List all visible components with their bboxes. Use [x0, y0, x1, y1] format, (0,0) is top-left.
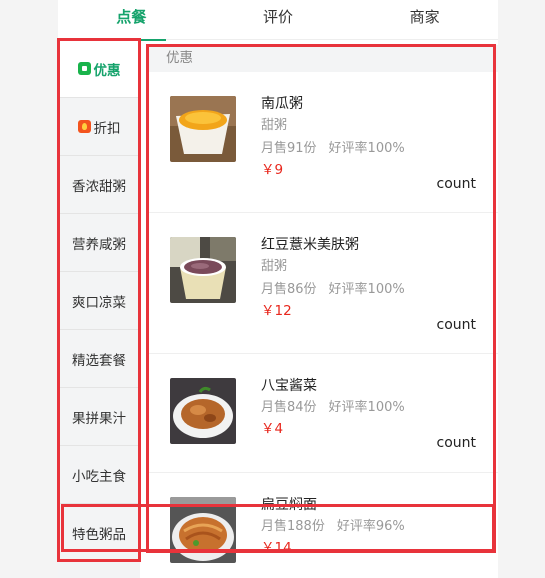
- food-rating: 好评率100%: [328, 141, 405, 156]
- food-sales: 月售188份: [261, 519, 325, 534]
- menu-item-fruit-juice[interactable]: 果拼果汁: [58, 388, 140, 446]
- food-info: 八宝酱菜 月售84份 好评率100% ￥4: [261, 376, 498, 439]
- food-rating: 好评率100%: [328, 282, 405, 297]
- category-menu: 优惠 折扣 香浓甜粥 营养咸粥 爽口凉菜 精选套餐 果拼果汁 小吃主食 特色粥品: [58, 40, 140, 578]
- tab-bar: 点餐 评价 商家: [58, 0, 498, 41]
- food-rating: 好评率96%: [336, 519, 405, 534]
- food-info: 扁豆焖面 月售188份 好评率96% ￥14: [261, 495, 498, 558]
- discount-icon: [77, 62, 91, 75]
- food-stats: 月售86份 好评率100%: [261, 278, 498, 301]
- food-info: 红豆薏米美肤粥 甜粥 月售86份 好评率100% ￥12: [261, 235, 498, 321]
- tab-seller[interactable]: 商家: [351, 0, 498, 39]
- menu-item-discount[interactable]: 优惠: [58, 40, 140, 98]
- count-control[interactable]: count: [437, 435, 477, 451]
- count-control[interactable]: count: [437, 176, 477, 192]
- food-stats: 月售91份 好评率100%: [261, 137, 498, 160]
- food-sales: 月售91份: [261, 141, 317, 156]
- food-info: 南瓜粥 甜粥 月售91份 好评率100% ￥9: [261, 94, 498, 180]
- food-image: [170, 378, 236, 444]
- food-name: 八宝酱菜: [261, 378, 317, 394]
- food-sales: 月售84份: [261, 400, 317, 415]
- section-header: 优惠: [148, 45, 498, 72]
- tab-order[interactable]: 点餐: [58, 0, 205, 39]
- page: 点餐 评价 商家 优惠 折扣 香浓甜粥 营养咸粥 爽口凉菜 精选套餐 果拼果汁 …: [0, 0, 545, 578]
- menu-item-cold-dishes[interactable]: 爽口凉菜: [58, 272, 140, 330]
- food-stats: 月售188份 好评率96%: [261, 515, 498, 538]
- food-sales: 月售86份: [261, 282, 317, 297]
- food-name: 南瓜粥: [261, 96, 303, 112]
- food-image: [170, 497, 236, 563]
- food-item[interactable]: 八宝酱菜 月售84份 好评率100% ￥4 count: [148, 354, 498, 473]
- app-container: 点餐 评价 商家 优惠 折扣 香浓甜粥 营养咸粥 爽口凉菜 精选套餐 果拼果汁 …: [58, 0, 498, 578]
- food-rating: 好评率100%: [328, 400, 405, 415]
- count-control[interactable]: count: [437, 317, 477, 333]
- food-stats: 月售84份 好评率100%: [261, 396, 498, 419]
- food-list: 优惠 南瓜粥 甜粥 月售91份 好评率100% ￥9 count 红豆薏米美肤粥…: [148, 45, 498, 578]
- food-price: ￥14: [261, 540, 292, 556]
- food-item[interactable]: 南瓜粥 甜粥 月售91份 好评率100% ￥9 count: [148, 72, 498, 213]
- food-desc: 甜粥: [261, 118, 288, 133]
- menu-item-special-porridge[interactable]: 特色粥品: [58, 504, 140, 562]
- menu-item-set-meals[interactable]: 精选套餐: [58, 330, 140, 388]
- food-image: [170, 237, 236, 303]
- menu-item-sweet-porridge[interactable]: 香浓甜粥: [58, 156, 140, 214]
- food-desc: 甜粥: [261, 259, 288, 274]
- food-name: 扁豆焖面: [261, 497, 317, 513]
- food-image: [170, 96, 236, 162]
- flame-icon: [77, 120, 91, 133]
- menu-item-label: 折扣: [93, 120, 121, 137]
- menu-item-savory-porridge[interactable]: 营养咸粥: [58, 214, 140, 272]
- menu-item-sale[interactable]: 折扣: [58, 98, 140, 156]
- food-item[interactable]: 红豆薏米美肤粥 甜粥 月售86份 好评率100% ￥12 count: [148, 213, 498, 354]
- food-item[interactable]: 扁豆焖面 月售188份 好评率96% ￥14: [148, 473, 498, 578]
- food-name: 红豆薏米美肤粥: [261, 237, 359, 253]
- menu-item-snacks[interactable]: 小吃主食: [58, 446, 140, 504]
- tab-ratings[interactable]: 评价: [205, 0, 352, 39]
- menu-item-label: 优惠: [93, 62, 121, 79]
